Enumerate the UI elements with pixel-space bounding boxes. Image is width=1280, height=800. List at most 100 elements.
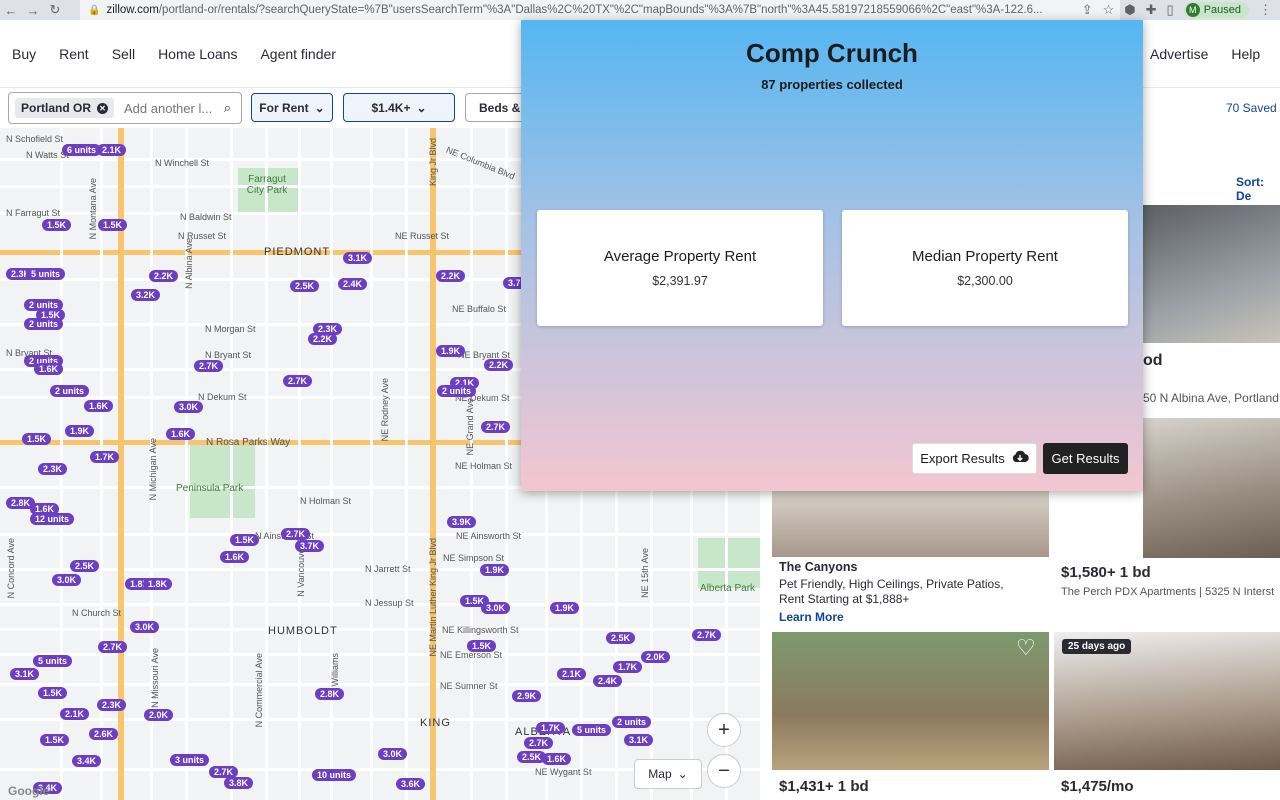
price-pin[interactable]: 3.7K — [295, 540, 325, 552]
price-pin[interactable]: 3.0K — [481, 602, 511, 614]
price-pin[interactable]: 5 units — [26, 268, 66, 280]
price-pin[interactable]: 3.1K — [343, 252, 373, 264]
for-rent-filter[interactable]: For Rent ⌄ — [251, 93, 333, 122]
price-pin[interactable]: 2.7K — [524, 737, 554, 749]
price-pin[interactable]: 1.9K — [436, 345, 466, 357]
price-pin[interactable]: 2.7K — [281, 528, 311, 540]
price-pin[interactable]: 1.7K — [536, 722, 566, 734]
price-pin[interactable]: 2.1K — [557, 668, 587, 680]
location-search[interactable]: Portland OR ✕ ⌕ — [8, 92, 242, 124]
price-pin[interactable]: 2.3K — [38, 463, 68, 475]
listing-photo[interactable] — [1143, 205, 1280, 343]
save-heart-icon[interactable]: ♡ — [1016, 635, 1036, 661]
map-type-selector[interactable]: Map ⌄ — [634, 759, 702, 789]
price-pin[interactable]: 2.2K — [149, 270, 179, 282]
search-input[interactable] — [124, 100, 215, 116]
nav-agent-finder[interactable]: Agent finder — [260, 46, 336, 62]
price-pin[interactable]: 2.7K — [283, 375, 313, 387]
menu-icon[interactable]: ⋮ — [1259, 2, 1272, 18]
price-pin[interactable]: 2 units — [612, 716, 652, 728]
price-pin[interactable]: 3.8K — [224, 777, 254, 789]
price-pin[interactable]: 2 units — [24, 318, 64, 330]
get-results-button[interactable]: Get Results — [1043, 443, 1128, 474]
listing-title[interactable]: od — [1143, 352, 1163, 370]
price-pin[interactable]: 3.1K — [624, 734, 654, 746]
price-pin[interactable]: 1.6K — [220, 551, 250, 563]
price-pin[interactable]: 2.2K — [484, 359, 514, 371]
price-pin[interactable]: 1.5K — [40, 734, 70, 746]
price-filter[interactable]: $1.4K+ ⌄ — [343, 93, 455, 122]
location-chip[interactable]: Portland OR ✕ — [15, 98, 115, 118]
price-pin[interactable]: 2.3K — [97, 699, 127, 711]
price-pin[interactable]: 1.6K — [542, 753, 572, 765]
price-pin[interactable]: 2.2K — [436, 270, 466, 282]
price-pin[interactable]: 1.8K — [143, 578, 173, 590]
price-pin[interactable]: 2.2K — [308, 333, 338, 345]
share-icon[interactable]: ⇪ — [1082, 2, 1093, 18]
price-pin[interactable]: 1.9K — [550, 602, 580, 614]
price-pin[interactable]: 1.7K — [613, 661, 643, 673]
price-pin[interactable]: 6 units — [62, 144, 102, 156]
listing-photo[interactable] — [772, 490, 1049, 557]
bookmark-star-icon[interactable]: ☆ — [1103, 2, 1115, 18]
price-pin[interactable]: 3.9K — [447, 516, 477, 528]
nav-advertise[interactable]: Advertise — [1150, 46, 1208, 62]
listing-photo[interactable] — [772, 632, 1049, 770]
nav-rent[interactable]: Rent — [59, 46, 89, 62]
price-pin[interactable]: 3.0K — [174, 401, 204, 413]
price-pin[interactable]: 5 units — [572, 724, 612, 736]
zoom-in-button[interactable]: + — [707, 713, 741, 747]
price-pin[interactable]: 3 units — [170, 754, 210, 766]
listing-price[interactable]: $1,475/mo — [1061, 778, 1134, 795]
price-pin[interactable]: 2.5K — [70, 560, 100, 572]
export-results-button[interactable]: Export Results — [912, 443, 1037, 474]
nav-help[interactable]: Help — [1231, 46, 1260, 62]
price-pin[interactable]: 2.9K — [512, 690, 542, 702]
price-pin[interactable]: 2.7K — [98, 641, 128, 653]
price-pin[interactable]: 1.6K — [34, 363, 64, 375]
price-pin[interactable]: 1.5K — [38, 687, 68, 699]
price-pin[interactable]: 1.5K — [22, 433, 52, 445]
listing-name[interactable]: The Canyons — [779, 560, 858, 574]
price-pin[interactable]: 2.6K — [89, 728, 119, 740]
price-pin[interactable]: 1.5K — [42, 219, 72, 231]
price-pin[interactable]: 2.8K — [315, 688, 345, 700]
price-pin[interactable]: 1.5K — [230, 534, 260, 546]
price-pin[interactable]: 1.5K — [467, 640, 497, 652]
price-pin[interactable]: 2.7K — [194, 360, 224, 372]
zoom-out-button[interactable]: − — [707, 754, 741, 788]
price-pin[interactable]: 10 units — [312, 769, 357, 781]
address-bar[interactable]: 🔒 zillow.com/portland-or/rentals/?search… — [80, 0, 1120, 20]
price-pin[interactable]: 2.0K — [641, 651, 671, 663]
nav-sell[interactable]: Sell — [112, 46, 135, 62]
nav-home-loans[interactable]: Home Loans — [158, 46, 237, 62]
profile-button[interactable]: M Paused — [1183, 2, 1249, 18]
price-pin[interactable]: 2.7K — [692, 629, 722, 641]
forward-icon[interactable]: → — [22, 3, 44, 18]
price-pin[interactable]: 2.1K — [60, 708, 90, 720]
price-pin[interactable]: 3.4K — [72, 755, 102, 767]
sidebar-icon[interactable]: ▯ — [1167, 2, 1174, 18]
reload-icon[interactable]: ↻ — [44, 2, 66, 18]
puzzle-icon[interactable]: ✚ — [1146, 2, 1157, 18]
saved-searches-link[interactable]: 70 Saved — [1226, 101, 1277, 115]
learn-more-link[interactable]: Learn More — [779, 610, 844, 624]
price-pin[interactable]: 5 units — [33, 655, 73, 667]
price-pin[interactable]: 1.6K — [166, 428, 196, 440]
price-pin[interactable]: 2.5K — [606, 632, 636, 644]
price-pin[interactable]: 12 units — [30, 513, 75, 525]
back-icon[interactable]: ← — [0, 3, 22, 18]
price-pin[interactable]: 3.6K — [396, 778, 426, 790]
price-pin[interactable]: 2 units — [437, 385, 477, 397]
price-pin[interactable]: 2.1K — [97, 144, 127, 156]
nav-buy[interactable]: Buy — [12, 46, 36, 62]
search-icon[interactable]: ⌕ — [224, 100, 231, 116]
listing-photo[interactable] — [1143, 418, 1280, 558]
remove-chip-icon[interactable]: ✕ — [97, 102, 109, 114]
price-pin[interactable]: 1.5K — [98, 219, 128, 231]
price-pin[interactable]: 3.0K — [130, 621, 160, 633]
price-pin[interactable]: 3.0K — [52, 574, 82, 586]
price-pin[interactable]: 2.4K — [338, 278, 368, 290]
price-pin[interactable]: 1.7K — [90, 451, 120, 463]
price-pin[interactable]: 3.1K — [10, 668, 40, 680]
